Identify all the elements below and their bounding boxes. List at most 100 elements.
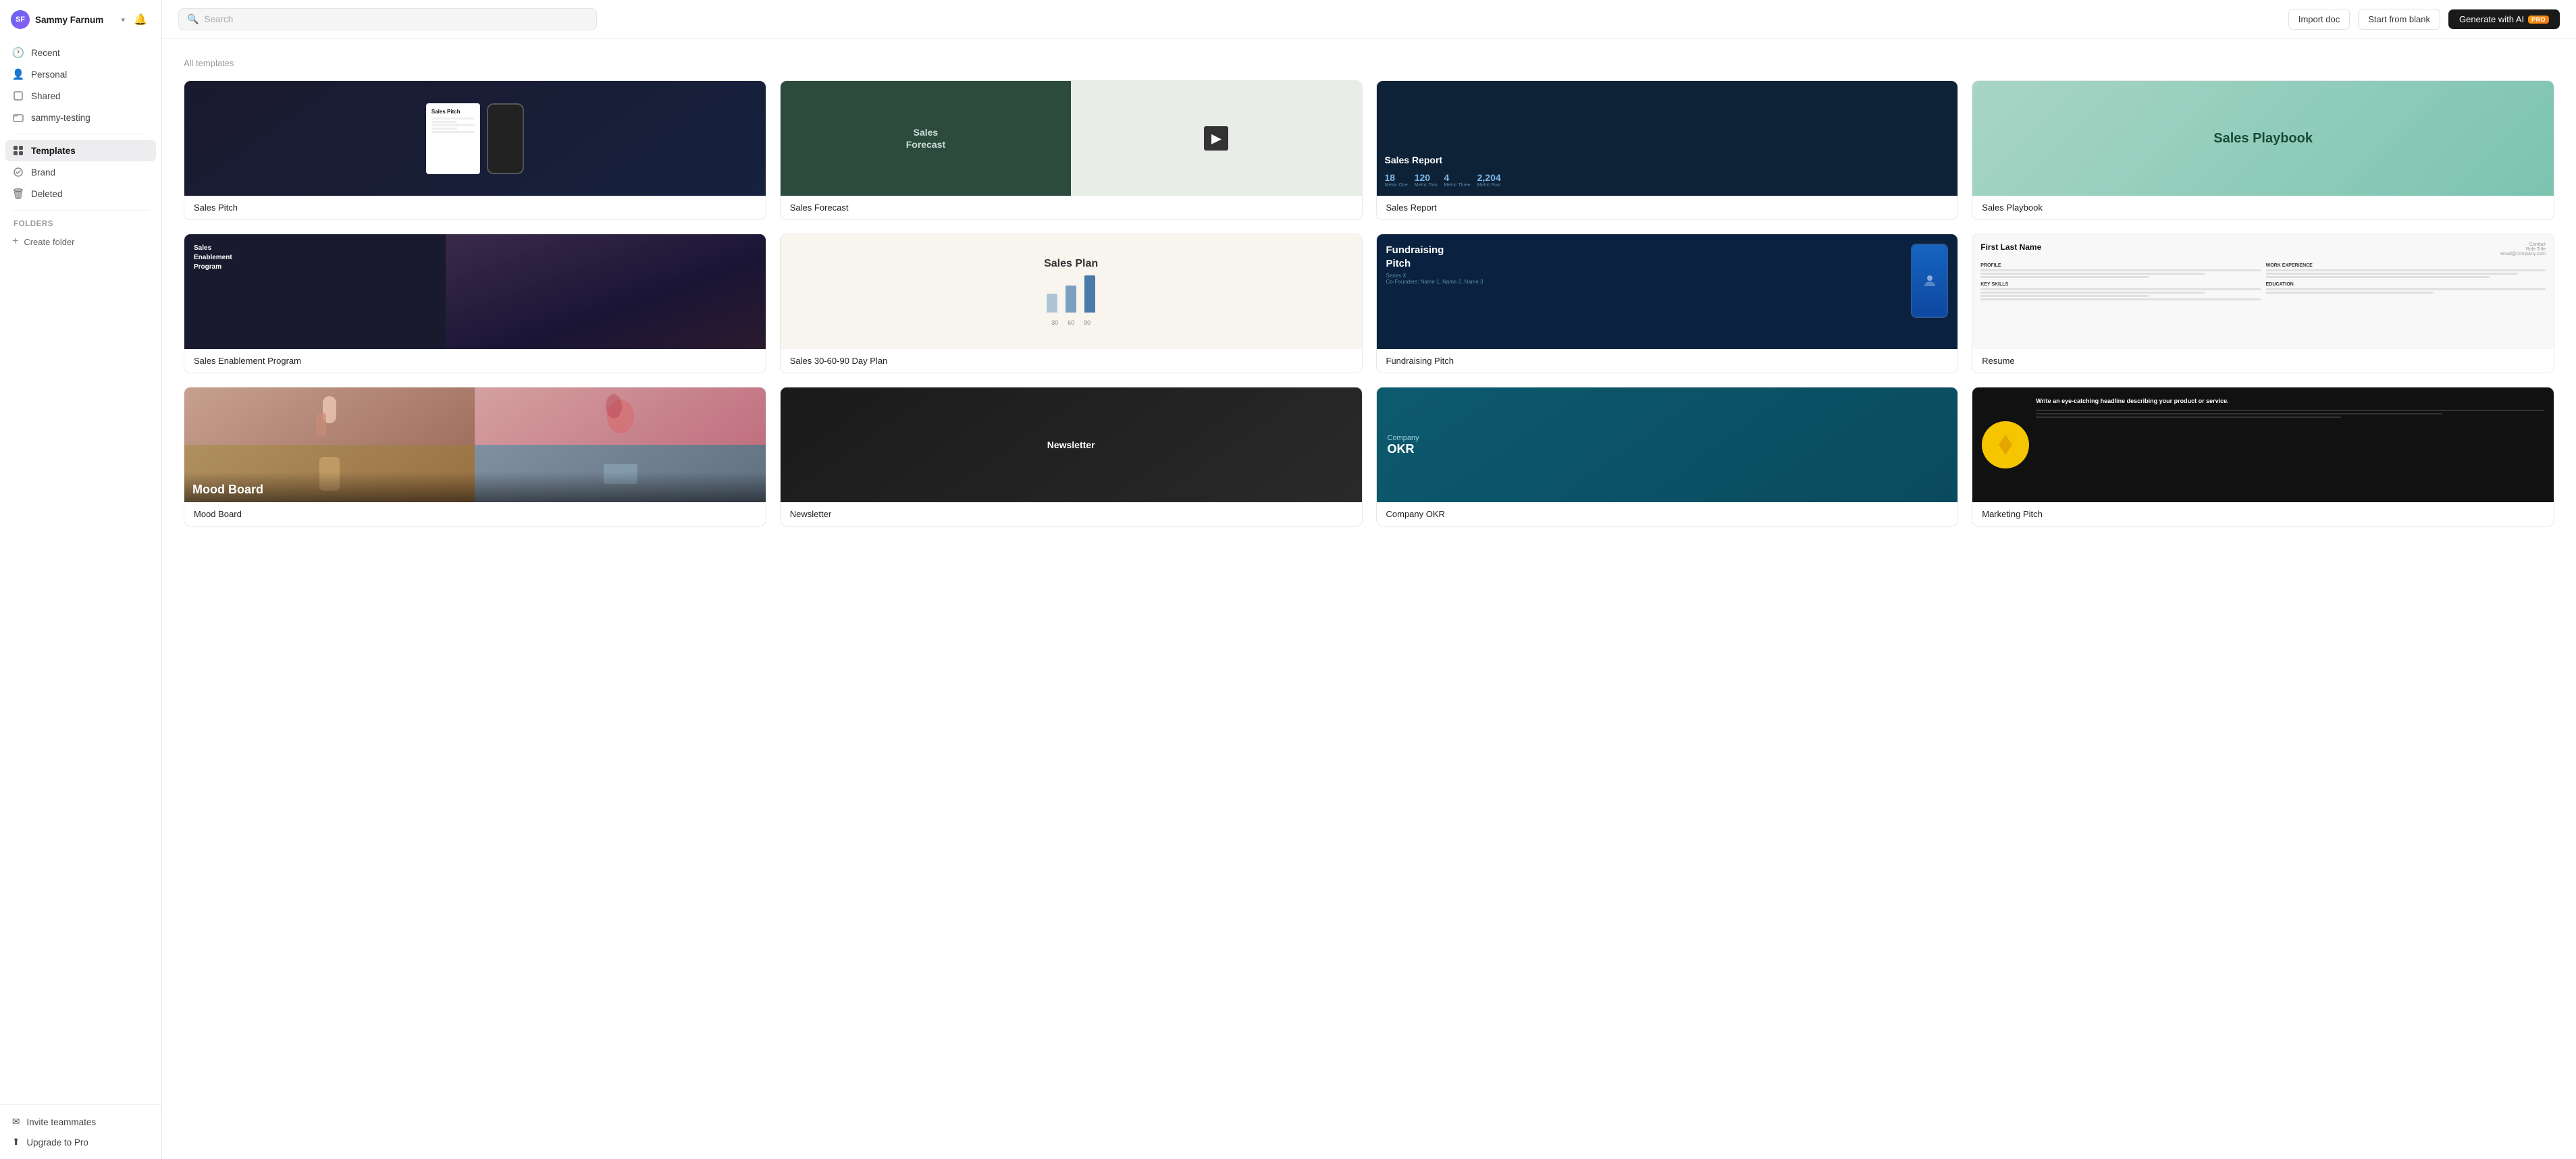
notifications-bell[interactable]: 🔔: [130, 9, 151, 30]
generate-ai-button[interactable]: Generate with AI PRO: [2448, 9, 2560, 29]
template-title: Company OKR: [1377, 502, 1958, 526]
user-menu[interactable]: SF Sammy Farnum ▾ 🔔: [0, 0, 161, 39]
sidebar-item-label: Brand: [31, 167, 55, 178]
use-template-button[interactable]: Use template: [1032, 281, 1111, 302]
use-template-button[interactable]: Use template: [1627, 281, 1706, 302]
sidebar-item-sammy-testing[interactable]: sammy-testing: [5, 107, 156, 128]
use-template-button[interactable]: Use template: [2224, 281, 2303, 302]
use-template-button[interactable]: Use template: [1032, 435, 1111, 456]
sidebar-item-label: Personal: [31, 70, 67, 80]
content-area: All templates Sales Pitch: [162, 39, 2576, 1159]
template-card-sales-enablement[interactable]: SalesEnablementProgram Use template Sale…: [184, 234, 766, 373]
shared-icon: [12, 90, 24, 102]
template-thumb: Sales Pitch Use template: [184, 81, 766, 196]
trash-icon: 🗑: [12, 188, 24, 200]
template-thumb: Sales Report 18 Metric One 120 Metric Tw…: [1377, 81, 1958, 196]
avatar: SF: [11, 10, 30, 29]
template-card-sales-forecast[interactable]: SalesForecast ▶ Use template Sales Forec…: [780, 80, 1363, 220]
template-card-sales-plan[interactable]: Sales Plan 306090 Use template Sales 30-…: [780, 234, 1363, 373]
upgrade-label: Upgrade to Pro: [26, 1137, 88, 1148]
sidebar-item-personal[interactable]: 👤 Personal: [5, 63, 156, 85]
use-template-button[interactable]: Use template: [2224, 435, 2303, 456]
invite-teammates-button[interactable]: ✉ Invite teammates: [5, 1112, 156, 1132]
template-card-mood-board[interactable]: Mood Board Use template Mood Board: [184, 387, 766, 527]
template-title: Sales Pitch: [184, 196, 766, 219]
sidebar-footer: ✉ Invite teammates ⬆ Upgrade to Pro: [0, 1104, 161, 1159]
use-template-button[interactable]: Use template: [436, 435, 515, 456]
sidebar-item-shared[interactable]: Shared: [5, 85, 156, 107]
folder-icon: [12, 111, 24, 124]
use-template-button[interactable]: Use template: [436, 281, 515, 302]
templates-icon: [12, 144, 24, 157]
upgrade-pro-button[interactable]: ⬆ Upgrade to Pro: [5, 1132, 156, 1152]
template-thumb: Write an eye-catching headline describin…: [1972, 387, 2554, 502]
section-title: All templates: [184, 58, 2554, 68]
template-title: Sales Forecast: [781, 196, 1362, 219]
sidebar-navigation: 🕐 Recent 👤 Personal Shared sammy-testing: [0, 39, 161, 1104]
plus-icon: +: [12, 236, 18, 248]
use-template-button[interactable]: Use template: [1032, 128, 1111, 149]
template-card-sales-playbook[interactable]: Sales Playbook Use template Sales Playbo…: [1972, 80, 2554, 220]
use-template-button[interactable]: Use template: [436, 128, 515, 149]
invite-icon: ✉: [12, 1116, 20, 1127]
pro-badge: PRO: [2528, 16, 2549, 24]
invite-label: Invite teammates: [26, 1117, 96, 1127]
sidebar-item-recent[interactable]: 🕐 Recent: [5, 42, 156, 63]
template-title: Marketing Pitch: [1972, 502, 2554, 526]
sidebar-item-deleted[interactable]: 🗑 Deleted: [5, 183, 156, 205]
use-template-button[interactable]: Use template: [2224, 128, 2303, 149]
template-card-newsletter[interactable]: Newsletter Use template Newsletter: [780, 387, 1363, 527]
template-title: Resume: [1972, 349, 2554, 373]
template-thumb: Sales Playbook Use template: [1972, 81, 2554, 196]
person-icon: 👤: [12, 68, 24, 80]
start-from-blank-button[interactable]: Start from blank: [2358, 9, 2440, 30]
sidebar-item-templates[interactable]: Templates: [5, 140, 156, 161]
create-folder-label: Create folder: [24, 237, 74, 247]
sidebar-item-label: Deleted: [31, 189, 63, 199]
template-title: Fundraising Pitch: [1377, 349, 1958, 373]
folders-section-label: Folders: [5, 216, 156, 231]
brand-icon: [12, 166, 24, 178]
template-title: Mood Board: [184, 502, 766, 526]
template-card-sales-pitch[interactable]: Sales Pitch Use template Sales Pitch: [184, 80, 766, 220]
search-icon: 🔍: [187, 14, 199, 25]
user-name: Sammy Farnum: [35, 15, 115, 25]
template-thumb: Company OKR Use template: [1377, 387, 1958, 502]
sidebar-item-label: Recent: [31, 48, 60, 58]
sidebar-item-brand[interactable]: Brand: [5, 161, 156, 183]
topbar: 🔍 Search Import doc Start from blank Gen…: [162, 0, 2576, 39]
chevron-down-icon: ▾: [121, 16, 125, 24]
create-folder-button[interactable]: + Create folder: [5, 231, 156, 252]
templates-grid: Sales Pitch Use template Sales Pitch: [184, 80, 2554, 527]
template-title: Sales Playbook: [1972, 196, 2554, 219]
template-thumb: SalesEnablementProgram Use template: [184, 234, 766, 349]
search-placeholder: Search: [204, 14, 233, 24]
use-template-button[interactable]: Use template: [1627, 128, 1706, 149]
template-thumb: SalesForecast ▶ Use template: [781, 81, 1362, 196]
template-title: Sales Report: [1377, 196, 1958, 219]
template-title: Newsletter: [781, 502, 1362, 526]
template-thumb: Newsletter Use template: [781, 387, 1362, 502]
template-card-sales-report[interactable]: Sales Report 18 Metric One 120 Metric Tw…: [1376, 80, 1959, 220]
import-doc-button[interactable]: Import doc: [2288, 9, 2350, 30]
sidebar-item-label: sammy-testing: [31, 113, 90, 123]
template-thumb: Sales Plan 306090 Use template: [781, 234, 1362, 349]
template-card-marketing-pitch[interactable]: Write an eye-catching headline describin…: [1972, 387, 2554, 527]
use-template-button[interactable]: Use template: [1627, 435, 1706, 456]
generate-ai-label: Generate with AI: [2459, 14, 2524, 24]
clock-icon: 🕐: [12, 47, 24, 59]
folders-divider: [12, 210, 149, 211]
template-thumb: First Last Name ContactRole Titleemail@c…: [1972, 234, 2554, 349]
sidebar-item-label: Shared: [31, 91, 61, 101]
main-content: 🔍 Search Import doc Start from blank Gen…: [162, 0, 2576, 1159]
sidebar: SF Sammy Farnum ▾ 🔔 🕐 Recent 👤 Personal …: [0, 0, 162, 1159]
template-thumb: FundraisingPitch Series XCo-Founders: Na…: [1377, 234, 1958, 349]
sidebar-item-label: Templates: [31, 146, 76, 156]
template-card-resume[interactable]: First Last Name ContactRole Titleemail@c…: [1972, 234, 2554, 373]
template-title: Sales 30-60-90 Day Plan: [781, 349, 1362, 373]
template-thumb: Mood Board Use template: [184, 387, 766, 502]
template-card-company-okr[interactable]: Company OKR Use template Company OKR: [1376, 387, 1959, 527]
template-card-fundraising[interactable]: FundraisingPitch Series XCo-Founders: Na…: [1376, 234, 1959, 373]
upgrade-icon: ⬆: [12, 1137, 20, 1148]
search-input[interactable]: 🔍 Search: [178, 8, 597, 30]
